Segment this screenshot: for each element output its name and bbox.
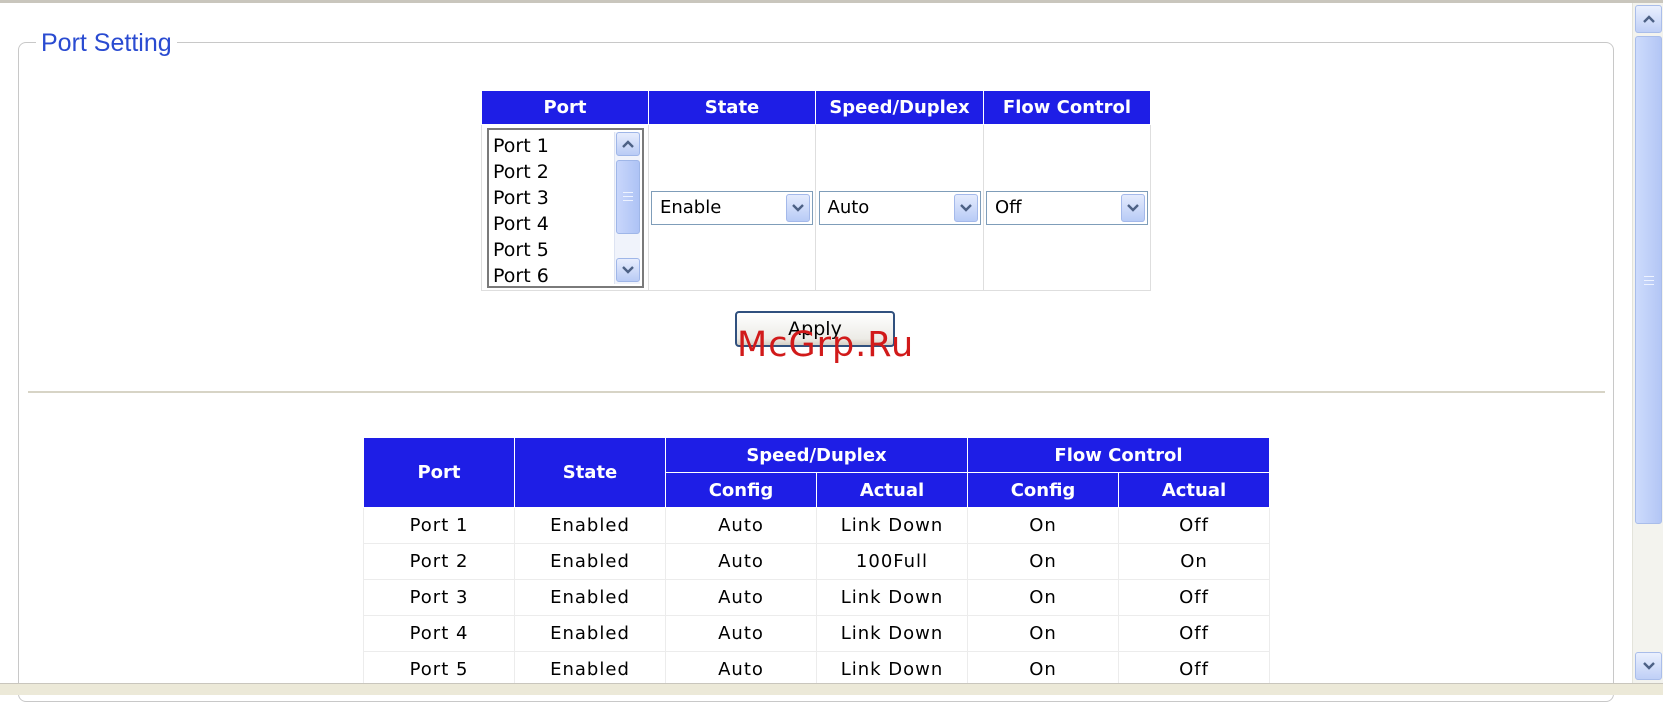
cell-port: Port 1 (363, 507, 515, 544)
flow-control-select-value: Off (995, 196, 1022, 218)
status-header-speed-actual: Actual (816, 472, 968, 508)
port-status-table: Port State Speed/Duplex Flow Control Con… (363, 437, 1270, 688)
config-header-speed-duplex: Speed/Duplex (815, 90, 984, 125)
status-header-state: State (514, 437, 666, 508)
cell-port: Port 4 (363, 615, 515, 652)
port-option[interactable]: Port 2 (493, 159, 549, 185)
cell-speed-actual: Link Down (816, 507, 968, 544)
status-bar (0, 683, 1663, 695)
cell-flow-config: On (967, 543, 1119, 580)
status-header-speed-config: Config (665, 472, 817, 508)
status-header-speed-duplex: Speed/Duplex (665, 437, 968, 473)
watermark-text: McGrp.Ru (737, 325, 915, 365)
flow-control-cell: Off (983, 124, 1151, 291)
cell-port: Port 2 (363, 543, 515, 580)
speed-duplex-select-value: Auto (827, 196, 870, 218)
state-select[interactable]: Enable (651, 190, 813, 225)
chevron-down-icon (792, 203, 804, 212)
port-option[interactable]: Port 6 (493, 263, 549, 289)
speed-duplex-cell: Auto (815, 124, 984, 291)
port-option[interactable]: Port 1 (493, 133, 549, 159)
port-option[interactable]: Port 4 (493, 211, 549, 237)
port-option[interactable]: Port 3 (493, 185, 549, 211)
cell-speed-actual: 100Full (816, 543, 968, 580)
cell-speed-actual: Link Down (816, 579, 968, 616)
cell-speed-config: Auto (665, 507, 817, 544)
cell-speed-config: Auto (665, 615, 817, 652)
port-listbox-scrollbar[interactable] (614, 131, 640, 284)
grip-icon (623, 192, 633, 201)
cell-flow-config: On (967, 507, 1119, 544)
chevron-up-icon (622, 139, 634, 148)
cell-state: Enabled (514, 615, 666, 652)
chevron-down-icon (1642, 662, 1655, 670)
flow-control-dropdown-button[interactable] (1121, 193, 1145, 222)
cell-speed-actual: Link Down (816, 615, 968, 652)
section-separator (28, 391, 1605, 393)
port-config-table: Port State Speed/Duplex Flow Control Por… (481, 90, 1151, 291)
port-setting-legend: Port Setting (36, 28, 177, 58)
config-header-state: State (648, 90, 816, 125)
port-option[interactable]: Port 5 (493, 237, 549, 263)
cell-flow-config: On (967, 579, 1119, 616)
window-top-border (0, 0, 1663, 3)
port-listbox[interactable]: Port 1 Port 2 Port 3 Port 4 Port 5 Port … (487, 127, 644, 289)
window-scrollbar[interactable] (1632, 3, 1663, 683)
table-row: Port 2 Enabled Auto 100Full On On (363, 543, 1270, 580)
state-dropdown-button[interactable] (786, 193, 810, 222)
cell-flow-config: On (967, 615, 1119, 652)
chevron-down-icon (622, 265, 634, 274)
status-header-flow-actual: Actual (1118, 472, 1270, 508)
cell-speed-config: Auto (665, 543, 817, 580)
status-header-flow-control: Flow Control (967, 437, 1270, 473)
window-scroll-thumb[interactable] (1635, 36, 1662, 524)
table-row: Port 4 Enabled Auto Link Down On Off (363, 615, 1270, 652)
port-list-cell: Port 1 Port 2 Port 3 Port 4 Port 5 Port … (481, 124, 649, 291)
config-header-port: Port (481, 90, 649, 125)
cell-state: Enabled (514, 579, 666, 616)
window-scroll-up-button[interactable] (1635, 5, 1662, 33)
cell-flow-actual: Off (1118, 579, 1270, 616)
table-row: Port 1 Enabled Auto Link Down On Off (363, 507, 1270, 544)
cell-flow-actual: Off (1118, 615, 1270, 652)
chevron-down-icon (959, 203, 972, 212)
window-scroll-down-button[interactable] (1635, 652, 1662, 680)
listbox-scroll-thumb[interactable] (616, 159, 640, 234)
cell-state: Enabled (514, 507, 666, 544)
listbox-scroll-up-button[interactable] (616, 131, 640, 156)
status-header-port: Port (363, 437, 515, 508)
config-header-flow-control: Flow Control (983, 90, 1151, 125)
cell-flow-actual: On (1118, 543, 1270, 580)
status-header-flow-config: Config (967, 472, 1119, 508)
cell-port: Port 3 (363, 579, 515, 616)
flow-control-select[interactable]: Off (986, 190, 1148, 225)
speed-duplex-select[interactable]: Auto (818, 190, 981, 225)
chevron-up-icon (1642, 15, 1655, 23)
chevron-down-icon (1127, 203, 1139, 212)
cell-speed-config: Auto (665, 579, 817, 616)
cell-state: Enabled (514, 543, 666, 580)
grip-icon (1643, 275, 1654, 285)
cell-flow-actual: Off (1118, 507, 1270, 544)
state-cell: Enable (648, 124, 816, 291)
listbox-scroll-down-button[interactable] (616, 257, 640, 282)
speed-duplex-dropdown-button[interactable] (953, 193, 978, 222)
state-select-value: Enable (660, 196, 722, 218)
table-row: Port 3 Enabled Auto Link Down On Off (363, 579, 1270, 616)
